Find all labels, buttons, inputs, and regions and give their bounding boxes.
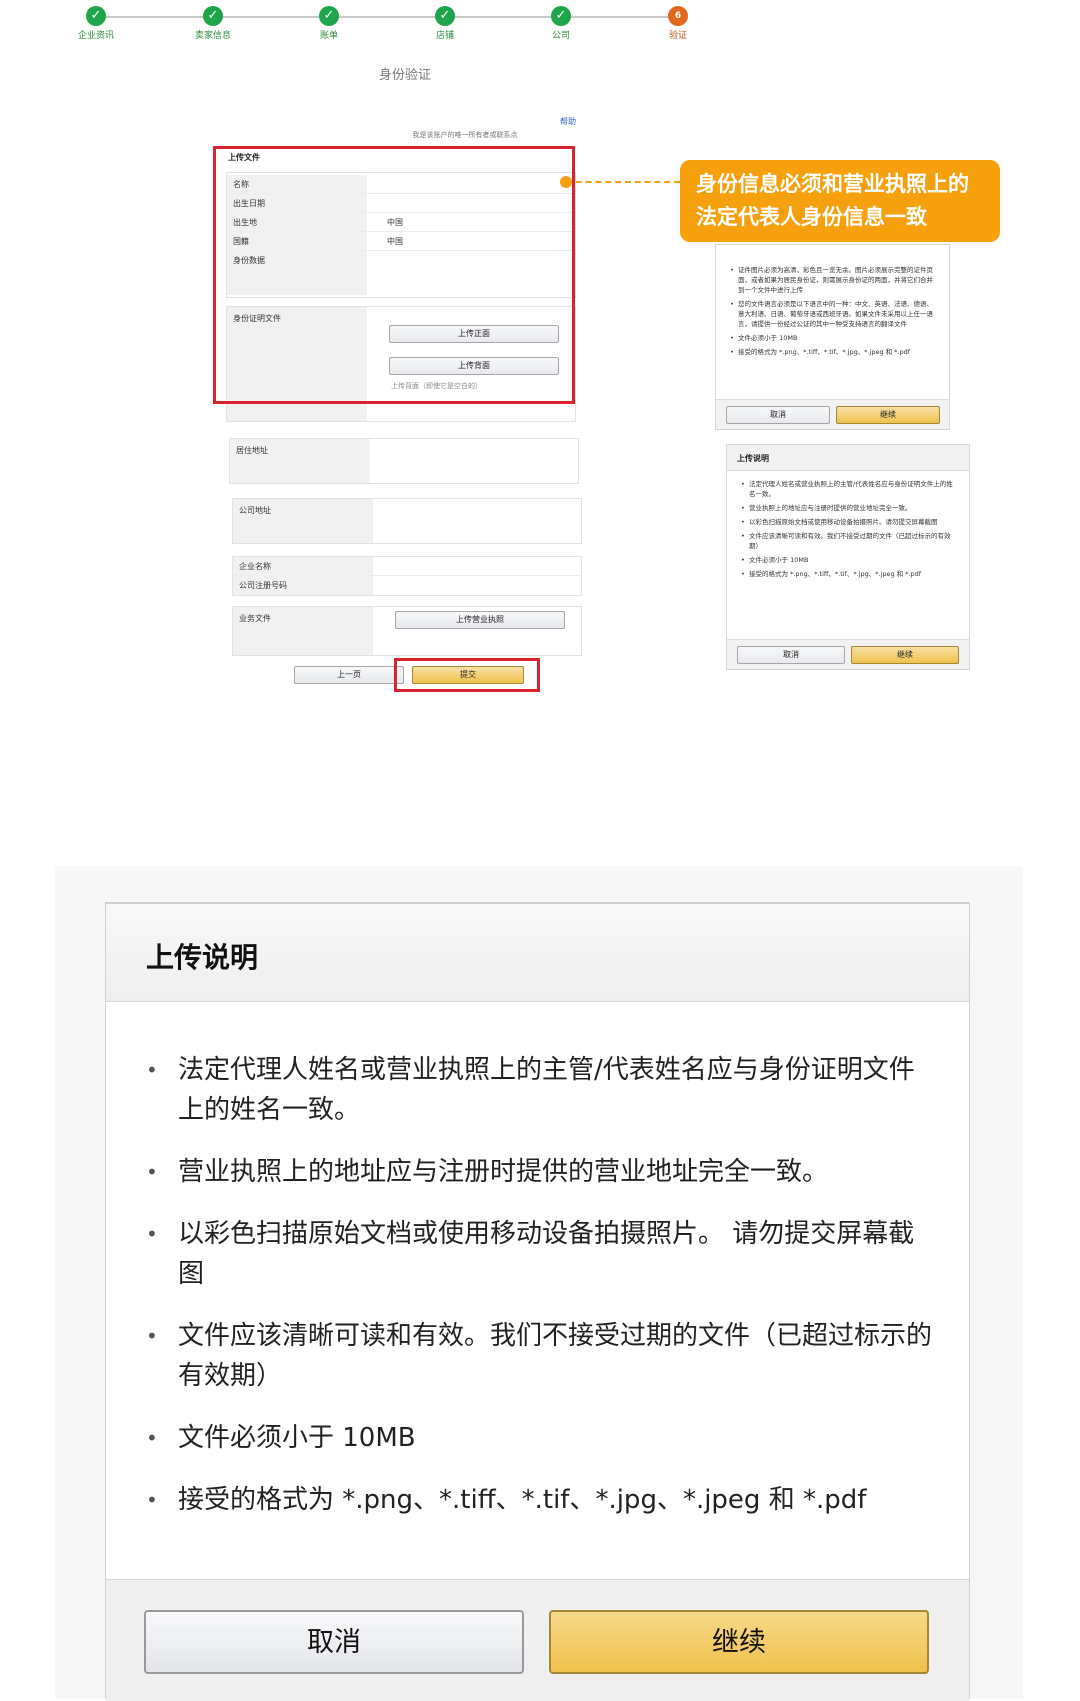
step-6-current: 6 验证 — [638, 6, 718, 41]
instruction-item: 文件必须小于 10MB — [146, 1418, 936, 1458]
company-address-label: 公司地址 — [239, 506, 271, 515]
residence-address-section: 居住地址 — [229, 438, 579, 484]
step-4: ✓ 店铺 — [405, 6, 485, 41]
continue-button[interactable]: 继续 — [549, 1610, 929, 1674]
instruction-item: 您的文件语言必须是以下语言中的一种：中文、英语、法语、德语、意大利语、日语、葡萄… — [730, 299, 939, 329]
step-check-icon: ✓ — [319, 6, 339, 26]
step-label: 验证 — [668, 31, 687, 41]
step-label: 卖家信息 — [194, 31, 231, 41]
dialog-header: 上传说明 — [106, 904, 969, 1002]
dialog-footer: 取消 继续 — [106, 1579, 969, 1701]
prev-page-button[interactable]: 上一页 — [294, 666, 404, 684]
instruction-item: 接受的格式为 *.png、*.tiff、*.tif、*.jpg、*.jpeg 和… — [146, 1480, 936, 1520]
callout-connector — [566, 181, 680, 183]
instruction-item: 以彩色扫描原始文档或使用移动设备拍摄照片。 请勿提交屏幕截图 — [146, 1214, 936, 1294]
instruction-item: 营业执照上的地址应与注册时提供的营业地址完全一致。 — [146, 1152, 936, 1192]
upload-instructions-dialog-small: 上传说明 法定代理人姓名或营业执照上的主管/代表姓名应与身份证明文件上的姓名一致… — [726, 444, 970, 670]
instruction-item: 接受的格式为 *.png、*.tiff、*.tif、*.jpg、*.jpeg 和… — [741, 569, 959, 579]
instruction-item: 文件应该清晰可读和有效。我们不接受过期的文件（已超过标示的有效期） — [146, 1316, 936, 1396]
instruction-item: 文件必须小于 10MB — [741, 555, 959, 565]
contact-checkbox-label[interactable]: 我是该账户的唯一所有者或联系点 — [300, 130, 630, 140]
instruction-item: 文件应该清晰可读和有效。我们不接受过期的文件（已超过标示的有效期） — [741, 531, 959, 551]
cancel-button[interactable]: 取消 — [726, 406, 830, 424]
upload-instructions-dialog-zoomed: 上传说明 法定代理人姓名或营业执照上的主管/代表姓名应与身份证明文件上的姓名一致… — [105, 902, 970, 1701]
company-address-section: 公司地址 — [232, 498, 582, 544]
field-company-name[interactable]: 企业名称 — [233, 557, 581, 576]
step-3: ✓ 账单 — [289, 6, 369, 41]
highlight-submit-box — [394, 658, 540, 692]
business-document-section: 业务文件 上传营业执照 — [232, 606, 582, 656]
continue-button[interactable]: 继续 — [836, 406, 940, 424]
callout-line-1: 身份信息必须和营业执照上的 — [696, 172, 969, 196]
instruction-item: 接受的格式为 *.png、*.tiff、*.tif、*.jpg、*.jpeg 和… — [730, 347, 939, 357]
step-check-icon: ✓ — [203, 6, 223, 26]
dialog-title: 上传说明 — [146, 941, 259, 974]
step-number-icon: 6 — [668, 6, 688, 26]
step-check-icon: ✓ — [435, 6, 455, 26]
business-document-label: 业务文件 — [239, 614, 271, 623]
dialog-title: 上传说明 — [727, 445, 969, 471]
instruction-item: 文件必须小于 10MB — [730, 333, 939, 343]
page-title: 身份验证 — [378, 68, 431, 83]
field-label: 公司注册号码 — [233, 576, 373, 595]
callout-dot — [560, 176, 572, 188]
field-company-reg[interactable]: 公司注册号码 — [233, 576, 581, 595]
annotation-callout: 身份信息必须和营业执照上的 法定代表人身份信息一致 — [680, 160, 1000, 242]
cancel-button[interactable]: 取消 — [737, 646, 845, 664]
instruction-item: 法定代理人姓名或营业执照上的主管/代表姓名应与身份证明文件上的姓名一致。 — [741, 479, 959, 499]
step-label: 企业资讯 — [77, 31, 114, 41]
company-info-section: 企业名称 公司注册号码 — [232, 556, 582, 596]
help-link[interactable]: 帮助 — [560, 116, 576, 127]
instruction-item: 以彩色扫描原始文档或使用移动设备拍摄照片。请勿提交屏幕截图 — [741, 517, 959, 527]
callout-line-2: 法定代表人身份信息一致 — [696, 205, 927, 229]
upload-instructions-dialog-partial: 证件图片必须为高清，彩色且一览无余。图片必须展示完整的证件页面，或者如果为居民身… — [715, 244, 950, 430]
cancel-button[interactable]: 取消 — [144, 1610, 524, 1674]
step-5: ✓ 公司 — [521, 6, 601, 41]
highlight-identity-box — [213, 146, 575, 404]
upload-license-button[interactable]: 上传营业执照 — [395, 611, 565, 629]
residence-address-label: 居住地址 — [236, 446, 268, 455]
step-label: 店铺 — [435, 31, 454, 41]
continue-button[interactable]: 继续 — [851, 646, 959, 664]
step-2: ✓ 卖家信息 — [173, 6, 253, 41]
instruction-item: 法定代理人姓名或营业执照上的主管/代表姓名应与身份证明文件上的姓名一致。 — [146, 1050, 936, 1130]
instruction-list: 法定代理人姓名或营业执照上的主管/代表姓名应与身份证明文件上的姓名一致。 营业执… — [146, 1050, 936, 1520]
step-label: 账单 — [319, 31, 338, 41]
step-label: 公司 — [551, 31, 570, 41]
field-label: 企业名称 — [233, 557, 373, 575]
step-check-icon: ✓ — [86, 6, 106, 26]
step-check-icon: ✓ — [551, 6, 571, 26]
instruction-item: 证件图片必须为高清，彩色且一览无余。图片必须展示完整的证件页面，或者如果为居民身… — [730, 265, 939, 295]
step-1: ✓ 企业资讯 — [56, 6, 136, 41]
instruction-item: 营业执照上的地址应与注册时提供的营业地址完全一致。 — [741, 503, 959, 513]
